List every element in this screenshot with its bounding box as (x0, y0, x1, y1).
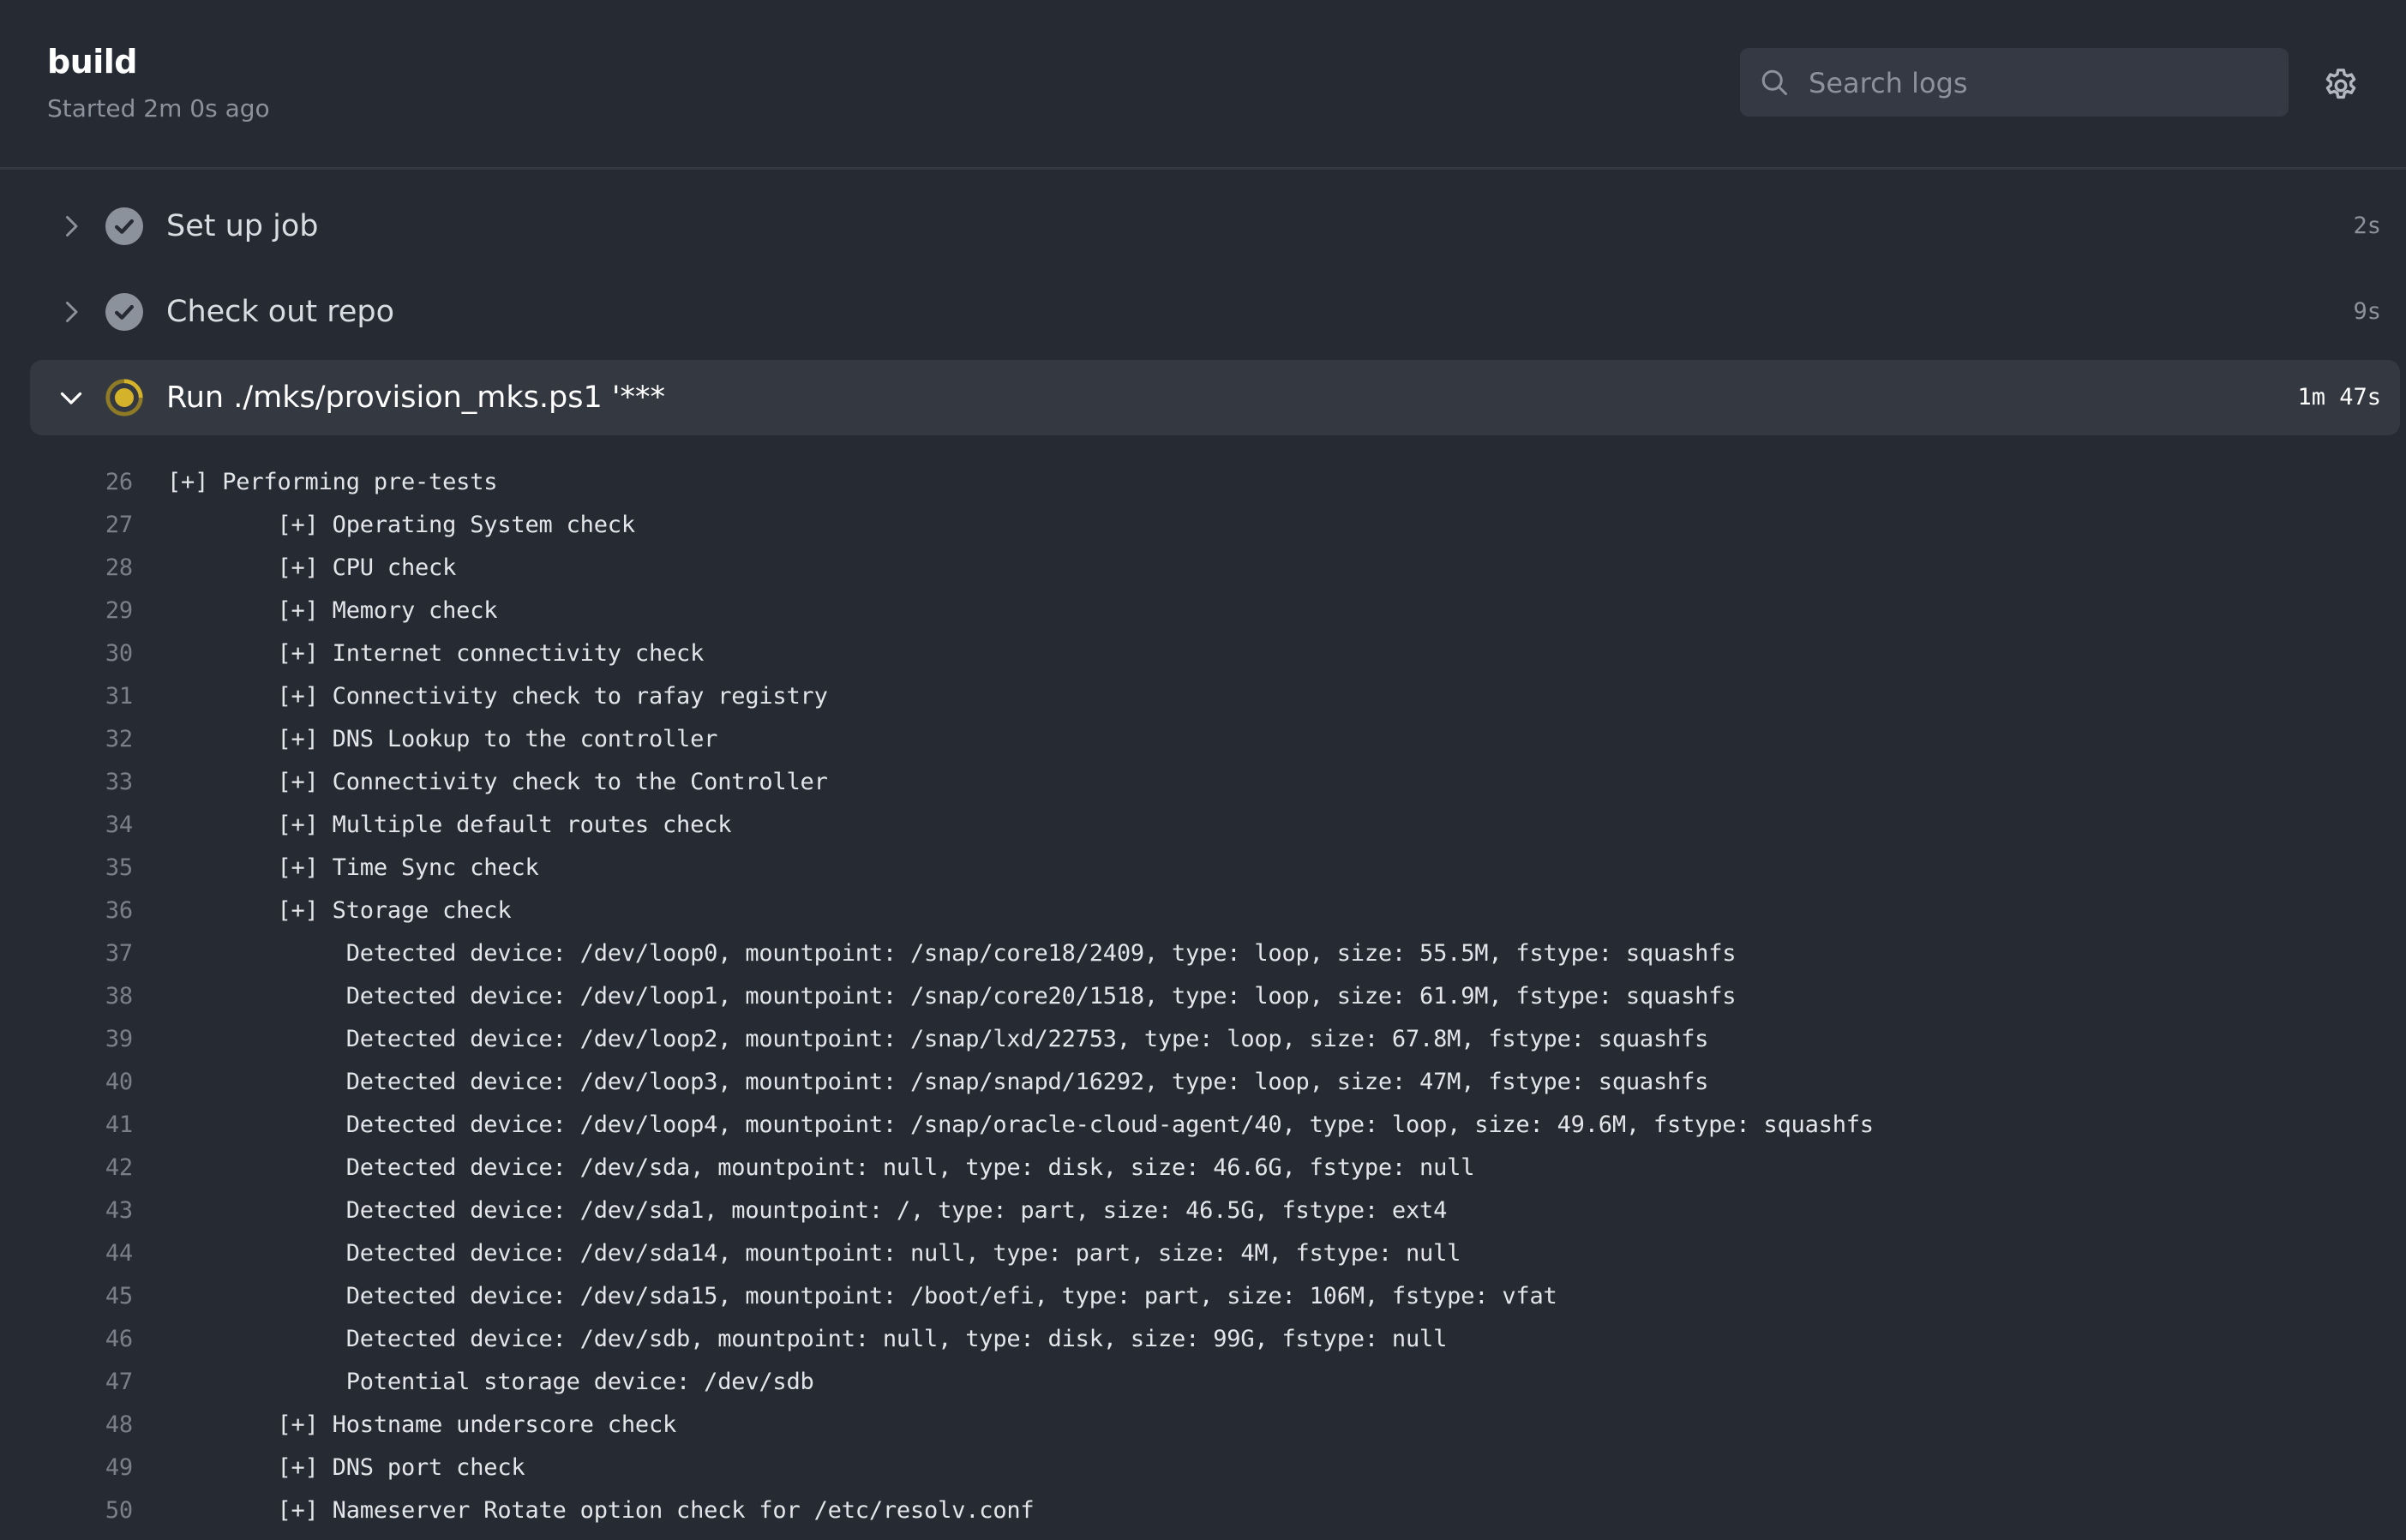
log-line-text: [+] Connectivity check to the Controller (167, 769, 828, 795)
log-line: 37 Detected device: /dev/loop0, mountpoi… (0, 932, 2406, 975)
log-line-text: Detected device: /dev/loop1, mountpoint:… (167, 983, 1737, 1010)
log-line: 39 Detected device: /dev/loop2, mountpoi… (0, 1018, 2406, 1061)
step-row-set-up-job[interactable]: Set up job 2s (30, 189, 2400, 264)
step-duration: 2s (2353, 213, 2381, 239)
log-line-text: [+] Memory check (167, 597, 498, 624)
log-line-number[interactable]: 50 (69, 1489, 133, 1532)
step-duration: 1m 47s (2297, 384, 2381, 410)
log-line-number[interactable]: 28 (69, 547, 133, 590)
log-line-number[interactable]: 42 (69, 1147, 133, 1189)
log-line-text: Detected device: /dev/loop4, mountpoint:… (167, 1112, 1874, 1138)
log-line-text: Detected device: /dev/sda15, mountpoint:… (167, 1283, 1557, 1309)
log-line: 31 [+] Connectivity check to rafay regis… (0, 675, 2406, 718)
log-line: 30 [+] Internet connectivity check (0, 632, 2406, 675)
log-line: 28 [+] CPU check (0, 547, 2406, 590)
log-line-text: Potential storage device: /dev/sdb (167, 1369, 814, 1395)
log-line-number[interactable]: 35 (69, 847, 133, 890)
log-line-text: Detected device: /dev/sdb, mountpoint: n… (167, 1326, 1448, 1352)
log-line-text: Detected device: /dev/sda1, mountpoint: … (167, 1197, 1448, 1224)
log-line-number[interactable]: 43 (69, 1189, 133, 1232)
chevron-down-icon[interactable] (56, 382, 87, 413)
log-line-number[interactable]: 29 (69, 590, 133, 632)
log-line-text: Detected device: /dev/loop2, mountpoint:… (167, 1026, 1709, 1052)
log-line-number[interactable]: 38 (69, 975, 133, 1018)
log-line-number[interactable]: 46 (69, 1318, 133, 1361)
log-line-text: [+] CPU check (167, 554, 457, 581)
job-header: build Started 2m 0s ago (0, 0, 2406, 168)
log-line-number[interactable]: 36 (69, 890, 133, 932)
check-circle-icon (105, 293, 143, 331)
log-line-text: [+] Multiple default routes check (167, 812, 732, 838)
log-line-number[interactable]: 39 (69, 1018, 133, 1061)
log-line: 47 Potential storage device: /dev/sdb (0, 1361, 2406, 1404)
log-line: 43 Detected device: /dev/sda1, mountpoin… (0, 1189, 2406, 1232)
step-name: Set up job (166, 209, 319, 243)
search-logs-box[interactable] (1740, 48, 2289, 118)
log-line-text: Detected device: /dev/sda14, mountpoint:… (167, 1240, 1461, 1267)
log-line-text: Detected device: /dev/loop0, mountpoint:… (167, 940, 1737, 967)
log-line: 44 Detected device: /dev/sda14, mountpoi… (0, 1232, 2406, 1275)
log-line-number[interactable]: 26 (69, 461, 133, 504)
log-line: 27 [+] Operating System check (0, 504, 2406, 547)
log-line-number[interactable]: 30 (69, 632, 133, 675)
log-line-text: [+] Internet connectivity check (167, 640, 705, 667)
log-line-number[interactable]: 40 (69, 1061, 133, 1104)
log-output: 26 [+] Performing pre-tests 27 [+] Operati… (0, 461, 2406, 1532)
chevron-right-icon[interactable] (56, 297, 87, 327)
header-divider (0, 167, 2406, 170)
log-line-number[interactable]: 31 (69, 675, 133, 718)
log-line: 36 [+] Storage check (0, 890, 2406, 932)
log-line-text: [+] Time Sync check (167, 854, 539, 881)
log-line-number[interactable]: 45 (69, 1275, 133, 1318)
log-line-text: [+] DNS port check (167, 1454, 525, 1481)
log-line: 38 Detected device: /dev/loop1, mountpoi… (0, 975, 2406, 1018)
chevron-right-icon[interactable] (56, 211, 87, 242)
log-line-number[interactable]: 34 (69, 804, 133, 847)
log-line-number[interactable]: 33 (69, 761, 133, 804)
log-line-text: [+] Operating System check (167, 512, 635, 538)
job-started-time: Started 2m 0s ago (47, 94, 270, 123)
log-line: 33 [+] Connectivity check to the Control… (0, 761, 2406, 804)
log-line-text: [+] Nameserver Rotate option check for /… (167, 1497, 1035, 1524)
log-line-text: [+] DNS Lookup to the controller (167, 726, 718, 752)
log-line-number[interactable]: 41 (69, 1104, 133, 1147)
log-line: 42 Detected device: /dev/sda, mountpoint… (0, 1147, 2406, 1189)
log-line-text: [+] Performing pre-tests (167, 469, 498, 495)
log-line: 41 Detected device: /dev/loop4, mountpoi… (0, 1104, 2406, 1147)
job-title: build (47, 43, 138, 81)
log-line-text: Detected device: /dev/sda, mountpoint: n… (167, 1154, 1475, 1181)
log-line-text: [+] Storage check (167, 897, 512, 924)
log-line: 26 [+] Performing pre-tests (0, 461, 2406, 504)
log-line-number[interactable]: 37 (69, 932, 133, 975)
log-line-text: [+] Hostname underscore check (167, 1411, 677, 1438)
log-line-text: Detected device: /dev/loop3, mountpoint:… (167, 1069, 1709, 1095)
log-line-number[interactable]: 44 (69, 1232, 133, 1275)
in-progress-icon (105, 379, 143, 416)
check-circle-icon (105, 207, 143, 245)
log-line: 46 Detected device: /dev/sdb, mountpoint… (0, 1318, 2406, 1361)
step-duration: 9s (2353, 298, 2381, 325)
step-row-run-provision-mks[interactable]: Run ./mks/provision_mks.ps1 '*** 1m 47s (30, 360, 2400, 435)
search-logs-input[interactable] (1807, 48, 2273, 118)
log-line-number[interactable]: 49 (69, 1447, 133, 1489)
log-line: 40 Detected device: /dev/loop3, mountpoi… (0, 1061, 2406, 1104)
log-line: 48 [+] Hostname underscore check (0, 1404, 2406, 1447)
log-line: 34 [+] Multiple default routes check (0, 804, 2406, 847)
log-line: 29 [+] Memory check (0, 590, 2406, 632)
log-line: 32 [+] DNS Lookup to the controller (0, 718, 2406, 761)
search-icon (1761, 69, 1787, 95)
log-line-text: [+] Connectivity check to rafay registry (167, 683, 828, 710)
log-line-number[interactable]: 32 (69, 718, 133, 761)
log-line: 45 Detected device: /dev/sda15, mountpoi… (0, 1275, 2406, 1318)
log-line-number[interactable]: 47 (69, 1361, 133, 1404)
log-line: 35 [+] Time Sync check (0, 847, 2406, 890)
step-name: Check out repo (166, 295, 395, 329)
log-line-number[interactable]: 48 (69, 1404, 133, 1447)
step-name: Run ./mks/provision_mks.ps1 '*** (166, 381, 665, 415)
log-line: 50 [+] Nameserver Rotate option check fo… (0, 1489, 2406, 1532)
log-line-number[interactable]: 27 (69, 504, 133, 547)
gear-icon[interactable] (2321, 66, 2361, 105)
log-line: 49 [+] DNS port check (0, 1447, 2406, 1489)
step-row-check-out-repo[interactable]: Check out repo 9s (30, 274, 2400, 350)
